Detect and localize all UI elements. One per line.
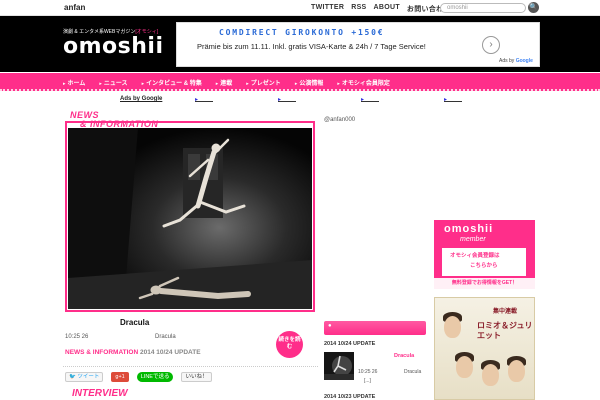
nav-series[interactable]: 連載: [216, 78, 232, 87]
share-buttons: 🐦 ツイート g+1 LINEで送る いいね！: [65, 372, 212, 382]
article-title[interactable]: Dracula: [120, 318, 149, 327]
nav-members[interactable]: オモシィ会員限定: [337, 78, 390, 87]
article-subtitle: Dracula: [155, 334, 176, 340]
member-logo: omoshii: [444, 223, 494, 235]
ads-by-google[interactable]: Ads by Google: [499, 58, 533, 64]
update-thumbnail[interactable]: [324, 352, 354, 380]
read-more-button[interactable]: 続きを読む: [276, 331, 303, 358]
chevron-right-icon[interactable]: ›: [482, 36, 500, 54]
gplus-button[interactable]: g+1: [111, 372, 129, 382]
ad-link[interactable]: [195, 96, 213, 102]
ads-by-google-link[interactable]: Ads by Google: [120, 96, 162, 102]
portrait-face: [444, 316, 461, 338]
header-ad[interactable]: COMDIRECT GIROKONTO +150€ Prämie bis zum…: [176, 22, 540, 67]
romeo-subtitle: 集中連載: [493, 309, 518, 315]
twitter-icon: 🐦: [69, 374, 76, 380]
site-logo[interactable]: omoshii: [63, 34, 164, 59]
feature-photo[interactable]: [68, 128, 312, 309]
nav-present[interactable]: プレゼント: [246, 78, 281, 87]
update-subtitle: Dracula: [404, 369, 422, 375]
update-date: 2014 10/24 UPDATE: [324, 341, 376, 347]
news-heading: NEWS & INFORMATION: [70, 110, 159, 129]
about-link[interactable]: ABOUT: [374, 4, 400, 14]
update-title[interactable]: Dracula: [394, 353, 414, 359]
rss-link[interactable]: RSS: [351, 4, 366, 14]
ad-link[interactable]: [444, 96, 462, 102]
interview-heading: INTERVIEW: [72, 388, 128, 399]
ad-title[interactable]: COMDIRECT GIROKONTO +150€: [219, 28, 384, 37]
top-links: TWITTER RSS ABOUT お問い合わせ: [311, 4, 451, 14]
logo-area[interactable]: 演劇 & エンタメ系WEBマガジン[オモシィ] omoshii: [63, 20, 173, 64]
update-more-link[interactable]: [...]: [364, 378, 371, 384]
romeo-juliet-banner[interactable]: 集中連載 ロミオ＆ジュリエット: [434, 297, 535, 400]
twitter-link[interactable]: TWITTER: [311, 4, 344, 14]
update-header-bar: [324, 321, 426, 335]
update-date: 2014 10/23 UPDATE: [324, 394, 376, 400]
ad-link[interactable]: [361, 96, 379, 102]
search-icon[interactable]: 🔍: [528, 2, 539, 13]
portrait-face: [456, 356, 473, 378]
ad-link[interactable]: [278, 96, 296, 102]
ad-text[interactable]: Prämie bis zum 11.11. Inkl. gratis VISA-…: [197, 42, 426, 51]
tweet-button[interactable]: 🐦 ツイート: [65, 372, 104, 382]
twitter-handle[interactable]: @anfan000: [324, 117, 355, 123]
site-brand[interactable]: anfan: [64, 3, 85, 12]
member-banner[interactable]: omoshii member オモシィ会員登録は こちらから 無料登録でお得情報…: [434, 220, 535, 289]
line-share-button[interactable]: LINEで送る: [136, 372, 174, 382]
top-bar: anfan TWITTER RSS ABOUT お問い合わせ omoshii 🔍: [0, 0, 600, 16]
main-nav: ホーム ニュース インタビュー & 特集 連載 プレゼント 公演情報 オモシィ会…: [0, 73, 600, 91]
portrait-face: [482, 364, 499, 386]
like-button[interactable]: いいね！: [181, 372, 212, 382]
article-time: 10:25 26: [65, 334, 89, 340]
portrait-face: [508, 360, 525, 382]
update-time: 10:25 26: [358, 369, 378, 375]
nav-interview[interactable]: インタビュー & 特集: [142, 78, 202, 87]
nav-performance[interactable]: 公演情報: [295, 78, 323, 87]
ballet-photo: [68, 128, 312, 309]
member-word: member: [460, 236, 486, 243]
romeo-title: ロミオ＆ジュリエット: [477, 320, 533, 340]
member-line2: こちらから: [470, 263, 498, 269]
thumbnail-image: [324, 352, 354, 380]
nav-home[interactable]: ホーム: [63, 78, 86, 87]
nav-news[interactable]: ニュース: [99, 78, 128, 87]
member-footer: 無料登録でお得情報をGET！: [434, 278, 535, 289]
search-input[interactable]: omoshii: [440, 3, 526, 13]
ad-links: [195, 96, 462, 102]
divider: [63, 366, 318, 367]
article-category: NEWS & INFORMATION 2014 10/24 UPDATE: [65, 349, 201, 356]
member-line1: オモシィ会員登録は: [450, 253, 500, 259]
